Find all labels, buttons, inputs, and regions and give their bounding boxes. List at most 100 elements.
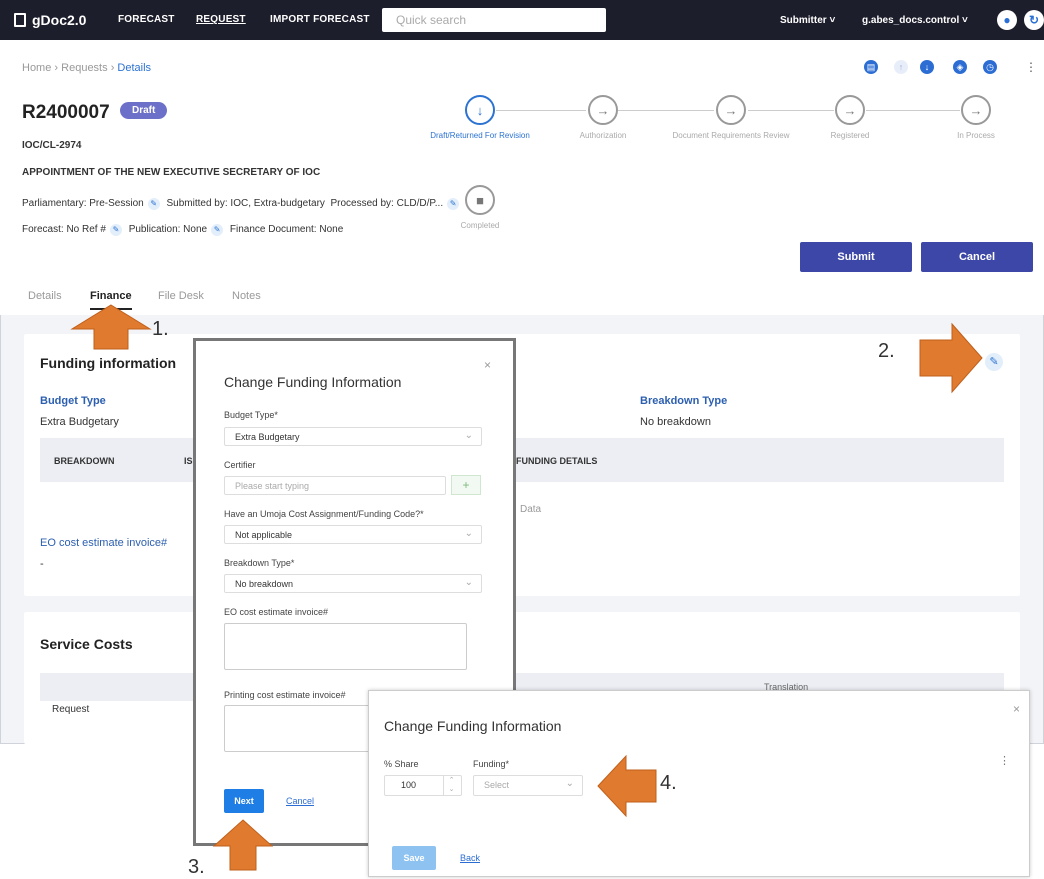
chevron-down-icon: ˅ bbox=[962, 15, 968, 26]
workflow-step-registered: → Registered bbox=[790, 95, 910, 141]
modal1-budget-type-label: Budget Type* bbox=[224, 410, 278, 420]
edit-pencil-icon[interactable]: ✎ bbox=[211, 224, 224, 236]
more-options-icon[interactable]: ⋮ bbox=[1025, 60, 1037, 74]
cancel-button[interactable]: Cancel bbox=[921, 242, 1033, 272]
upload-icon[interactable]: ↑ bbox=[894, 60, 908, 74]
user-dropdown[interactable]: g.abes_docs.control ˅ bbox=[862, 15, 968, 26]
annotation-arrow-left-4 bbox=[597, 754, 657, 818]
workflow-step-completed: ■ Completed bbox=[420, 185, 540, 231]
history-clock-icon[interactable]: ◷ bbox=[983, 60, 997, 74]
workflow-step-document-review: → Document Requirements Review bbox=[671, 95, 791, 141]
tab-notes[interactable]: Notes bbox=[232, 290, 261, 302]
brand-logo[interactable]: gDoc2.0 bbox=[14, 12, 86, 28]
column-is: IS bbox=[184, 456, 193, 466]
breakdown-type-label: Breakdown Type bbox=[640, 395, 728, 407]
modal1-printing-textarea[interactable] bbox=[224, 705, 374, 752]
modal1-title: Change Funding Information bbox=[224, 374, 402, 390]
breadcrumb-details: Details bbox=[117, 62, 152, 74]
arrow-right-icon: → bbox=[835, 95, 865, 125]
modal1-certifier-input[interactable]: Please start typing bbox=[224, 476, 446, 495]
edit-pencil-icon[interactable]: ✎ bbox=[147, 198, 160, 210]
modal1-next-button[interactable]: Next bbox=[224, 789, 264, 813]
package-icon[interactable]: ◈ bbox=[953, 60, 967, 74]
quick-search-input[interactable]: Quick search bbox=[382, 8, 606, 32]
chevron-down-icon: ˅ bbox=[829, 15, 836, 26]
breadcrumb-home[interactable]: Home bbox=[22, 62, 51, 74]
breakdown-type-value: No breakdown bbox=[640, 416, 711, 428]
funding-table-header: BREAKDOWN IS FUNDING DETAILS bbox=[40, 438, 1004, 482]
stop-icon: ■ bbox=[465, 185, 495, 215]
edit-funding-pencil-icon[interactable]: ✎ bbox=[985, 353, 1003, 371]
chevron-down-icon: ⌄ bbox=[464, 430, 473, 441]
tab-details[interactable]: Details bbox=[28, 290, 62, 302]
arrow-right-icon: → bbox=[716, 95, 746, 125]
modal2-funding-select[interactable]: Select ⌄ bbox=[473, 775, 583, 796]
no-data-text: Data bbox=[520, 504, 542, 515]
breadcrumb: Home › Requests › Details bbox=[22, 62, 151, 74]
arrow-right-icon: → bbox=[588, 95, 618, 125]
modal1-certifier-label: Certifier bbox=[224, 460, 256, 470]
chevron-down-icon: ⌄ bbox=[565, 778, 574, 789]
annotation-number-3: 3. bbox=[188, 856, 205, 878]
annotation-number-1: 1. bbox=[152, 318, 169, 340]
annotation-number-4: 4. bbox=[660, 772, 677, 794]
workflow-step-in-process: → In Process bbox=[916, 95, 1036, 141]
modal1-printing-label: Printing cost estimate invoice# bbox=[224, 690, 346, 700]
print-icon[interactable]: ▤ bbox=[864, 60, 878, 74]
annotation-arrow-up-3 bbox=[212, 819, 274, 871]
request-meta-line-1: Parliamentary: Pre-Session ✎ Submitted by… bbox=[22, 198, 463, 210]
chevron-down-icon: ⌄ bbox=[464, 577, 473, 588]
role-dropdown[interactable]: Submitter ˅ bbox=[780, 15, 835, 26]
modal1-eo-textarea[interactable] bbox=[224, 623, 467, 670]
modal2-funding-label: Funding* bbox=[473, 759, 510, 769]
more-options-icon[interactable]: ⋮ bbox=[999, 754, 1010, 767]
annotation-number-2: 2. bbox=[878, 340, 895, 362]
notification-bell-icon[interactable]: ● bbox=[997, 10, 1017, 30]
modal1-breakdown-select[interactable]: No breakdown ⌄ bbox=[224, 574, 482, 593]
request-id: R2400007 bbox=[22, 102, 110, 123]
download-icon[interactable]: ↓ bbox=[920, 60, 934, 74]
nav-request[interactable]: REQUEST bbox=[196, 14, 246, 25]
add-certifier-plus-icon[interactable]: + bbox=[451, 475, 481, 495]
sync-icon[interactable]: ↻ bbox=[1024, 10, 1044, 30]
breadcrumb-requests[interactable]: Requests bbox=[61, 62, 107, 74]
workflow-step-authorization: → Authorization bbox=[543, 95, 663, 141]
modal1-breakdown-label: Breakdown Type* bbox=[224, 558, 295, 568]
modal2-share-label: % Share bbox=[384, 759, 419, 769]
service-costs-row-request: Request bbox=[52, 704, 90, 715]
modal2-save-button[interactable]: Save bbox=[392, 846, 436, 870]
modal2-back-link[interactable]: Back bbox=[460, 853, 480, 863]
edit-pencil-icon[interactable]: ✎ bbox=[109, 224, 122, 236]
request-symbol: IOC/CL-2974 bbox=[22, 140, 82, 151]
request-title: APPOINTMENT OF THE NEW EXECUTIVE SECRETA… bbox=[22, 167, 321, 178]
modal1-budget-type-select[interactable]: Extra Budgetary ⌄ bbox=[224, 427, 482, 446]
arrow-right-icon: → bbox=[961, 95, 991, 125]
service-costs-title: Service Costs bbox=[40, 636, 133, 652]
eo-cost-label: EO cost estimate invoice# bbox=[40, 537, 168, 549]
funding-information-title: Funding information bbox=[40, 355, 177, 371]
request-meta-line-2: Forecast: No Ref # ✎ Publication: None ✎ F… bbox=[22, 224, 344, 236]
document-icon bbox=[14, 13, 26, 27]
annotation-arrow-up-1 bbox=[70, 304, 152, 350]
tab-file-desk[interactable]: File Desk bbox=[158, 290, 204, 302]
modal1-umoja-select[interactable]: Not applicable ⌄ bbox=[224, 525, 482, 544]
budget-type-value: Extra Budgetary bbox=[40, 416, 119, 428]
top-navigation-bar: gDoc2.0 FORECAST REQUEST IMPORT FORECAST… bbox=[0, 0, 1044, 40]
modal2-title: Change Funding Information bbox=[384, 718, 562, 734]
budget-type-label: Budget Type bbox=[40, 395, 106, 407]
modal1-close-icon[interactable]: × bbox=[484, 358, 491, 372]
nav-forecast[interactable]: FORECAST bbox=[118, 14, 175, 25]
workflow-step-draft: ↓ Draft/Returned For Revision bbox=[420, 95, 540, 141]
submit-button[interactable]: Submit bbox=[800, 242, 912, 272]
modal2-close-icon[interactable]: × bbox=[1013, 702, 1020, 716]
stepper-arrows-icon[interactable]: ⌃ ⌄ bbox=[443, 776, 459, 795]
modal2-share-stepper[interactable]: 100 ⌃ ⌄ bbox=[384, 775, 462, 796]
nav-import-forecast[interactable]: IMPORT FORECAST bbox=[270, 14, 370, 25]
modal1-umoja-label: Have an Umoja Cost Assignment/Funding Co… bbox=[224, 509, 424, 519]
status-badge: Draft bbox=[120, 102, 168, 119]
modal1-cancel-link[interactable]: Cancel bbox=[286, 796, 314, 806]
annotation-arrow-right-2 bbox=[919, 322, 983, 394]
arrow-down-icon: ↓ bbox=[465, 95, 495, 125]
chevron-down-icon: ⌄ bbox=[464, 528, 473, 539]
eo-cost-value: - bbox=[40, 558, 44, 570]
